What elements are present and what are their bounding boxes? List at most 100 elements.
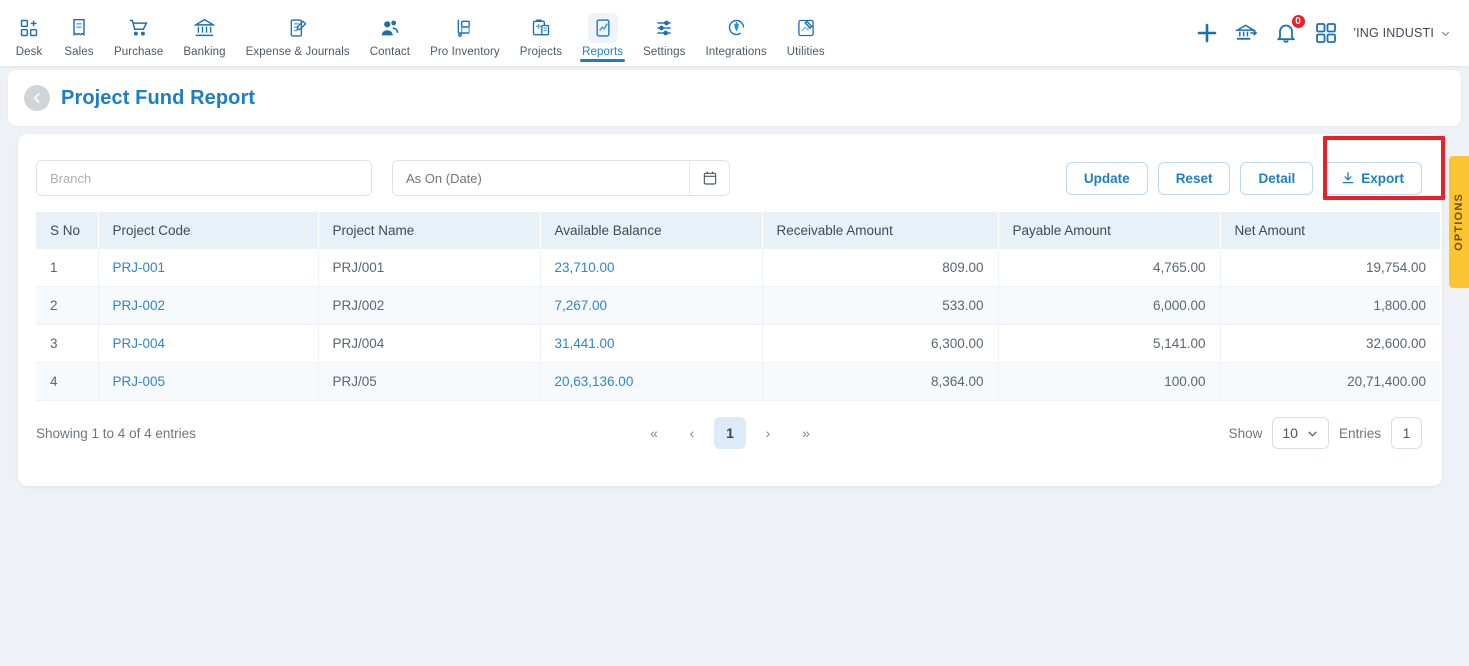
cell-net-amount: 1,800.00 <box>1220 286 1440 325</box>
contact-people-icon <box>375 13 405 43</box>
export-button[interactable]: Export <box>1323 161 1422 195</box>
projects-clipboard-icon <box>526 13 556 43</box>
pagination-first[interactable]: « <box>638 417 670 449</box>
column-header-net-amount[interactable]: Net Amount <box>1220 212 1440 249</box>
column-header-project-name[interactable]: Project Name <box>318 212 541 249</box>
pagination-last[interactable]: » <box>790 417 822 449</box>
report-card: Update Reset Detail Export <box>18 134 1445 486</box>
nav-item-expense-journals[interactable]: Expense & Journals <box>236 9 360 58</box>
detail-button[interactable]: Detail <box>1240 161 1314 195</box>
project-fund-table: S No Project Code Project Name Available… <box>36 212 1440 401</box>
nav-item-sales[interactable]: Sales <box>54 9 104 58</box>
page-header-bar: Project Fund Report <box>8 70 1461 126</box>
grid-apps-icon[interactable] <box>1314 21 1338 45</box>
nav-item-contact[interactable]: Contact <box>360 9 420 58</box>
bank-transfer-icon[interactable] <box>1234 22 1258 45</box>
top-navigation-bar: Desk Sales Purchase Banking Expense & Jo… <box>0 0 1469 66</box>
cell-project-name: PRJ/002 <box>318 286 541 325</box>
nav-item-desk[interactable]: Desk <box>4 9 54 58</box>
available-balance-link[interactable]: 7,267.00 <box>555 298 608 313</box>
pagination-prev[interactable]: ‹ <box>676 417 708 449</box>
cell-net-amount: 32,600.00 <box>1220 324 1440 363</box>
cell-project-name: PRJ/05 <box>318 362 541 401</box>
settings-sliders-icon <box>649 13 679 43</box>
banking-bank-icon <box>190 13 220 43</box>
cell-available-balance: 31,441.00 <box>540 324 763 363</box>
cell-payable-amount: 5,141.00 <box>998 324 1221 363</box>
as-on-date-field[interactable] <box>392 160 730 196</box>
project-code-link[interactable]: PRJ-002 <box>113 298 166 313</box>
company-selector[interactable]: 'ING INDUSTI <box>1354 26 1451 40</box>
nav-item-pro-inventory[interactable]: Pro Inventory <box>420 9 510 58</box>
nav-item-purchase[interactable]: Purchase <box>104 9 173 58</box>
table-row: 3 PRJ-004 PRJ/004 31,441.00 6,300.00 5,1… <box>36 324 1440 363</box>
report-table-wrapper: S No Project Code Project Name Available… <box>18 204 1442 401</box>
nav-label-expense-journals: Expense & Journals <box>245 45 350 58</box>
bell-icon[interactable]: 0 <box>1274 14 1306 45</box>
cell-project-code: PRJ-002 <box>98 286 319 325</box>
page-title: Project Fund Report <box>61 86 256 109</box>
export-button-label: Export <box>1361 170 1404 186</box>
page-size-select[interactable]: 10 <box>1272 417 1329 449</box>
column-header-s-no[interactable]: S No <box>36 212 99 249</box>
pagination-next[interactable]: › <box>752 417 784 449</box>
available-balance-link[interactable]: 23,710.00 <box>555 260 615 275</box>
page-size-value: 10 <box>1282 425 1298 441</box>
options-side-tab[interactable]: OPTIONS <box>1449 156 1469 288</box>
show-label: Show <box>1228 425 1263 441</box>
project-code-link[interactable]: PRJ-001 <box>113 260 166 275</box>
nav-label-reports: Reports <box>582 45 624 58</box>
cell-available-balance: 20,63,136.00 <box>540 362 763 401</box>
column-header-available-balance[interactable]: Available Balance <box>540 212 763 249</box>
nav-item-utilities[interactable]: Utilities <box>777 9 835 58</box>
cell-project-name: PRJ/004 <box>318 324 541 363</box>
table-header-row: S No Project Code Project Name Available… <box>36 212 1440 249</box>
nav-label-desk: Desk <box>15 45 43 58</box>
options-tab-label: OPTIONS <box>1453 193 1465 251</box>
pagination-page-1[interactable]: 1 <box>714 417 746 449</box>
nav-item-integrations[interactable]: Integrations <box>695 9 776 58</box>
showing-entries-text: Showing 1 to 4 of 4 entries <box>36 425 196 441</box>
as-on-date-input[interactable] <box>393 161 689 195</box>
cell-s-no: 2 <box>36 286 99 325</box>
cell-s-no: 1 <box>36 249 99 287</box>
branch-input[interactable] <box>36 160 372 196</box>
project-code-link[interactable]: PRJ-005 <box>113 374 166 389</box>
cell-payable-amount: 6,000.00 <box>998 286 1221 325</box>
app-page: Desk Sales Purchase Banking Expense & Jo… <box>0 0 1469 666</box>
project-code-link[interactable]: PRJ-004 <box>113 336 166 351</box>
column-header-project-code[interactable]: Project Code <box>98 212 319 249</box>
nav-item-banking[interactable]: Banking <box>173 9 235 58</box>
available-balance-link[interactable]: 20,63,136.00 <box>555 374 634 389</box>
entry-page-input[interactable]: 1 <box>1391 417 1422 449</box>
page-size-controls: Show 10 Entries 1 <box>1229 417 1422 449</box>
plus-icon[interactable] <box>1195 21 1219 45</box>
sales-receipt-icon <box>64 13 94 43</box>
cell-s-no: 4 <box>36 362 99 401</box>
desk-grid-plus-icon <box>14 13 44 43</box>
table-row: 1 PRJ-001 PRJ/001 23,710.00 809.00 4,765… <box>36 249 1440 287</box>
cell-project-code: PRJ-005 <box>98 362 319 401</box>
calendar-icon[interactable] <box>689 161 729 195</box>
nav-item-projects[interactable]: Projects <box>510 9 572 58</box>
nav-label-utilities: Utilities <box>786 45 825 58</box>
cell-payable-amount: 4,765.00 <box>998 249 1221 287</box>
reset-button[interactable]: Reset <box>1157 161 1231 195</box>
back-chevron-icon[interactable] <box>24 85 50 111</box>
utilities-tools-icon <box>791 13 821 43</box>
table-row: 2 PRJ-002 PRJ/002 7,267.00 533.00 6,000.… <box>36 286 1440 325</box>
column-header-payable-amount[interactable]: Payable Amount <box>998 212 1221 249</box>
nav-label-integrations: Integrations <box>705 45 767 58</box>
nav-item-settings[interactable]: Settings <box>633 9 695 58</box>
cell-project-code: PRJ-001 <box>98 249 319 287</box>
update-button[interactable]: Update <box>1065 161 1148 195</box>
integrations-plug-icon <box>721 13 751 43</box>
cell-payable-amount: 100.00 <box>998 362 1221 401</box>
cell-available-balance: 23,710.00 <box>540 249 763 287</box>
table-row: 4 PRJ-005 PRJ/05 20,63,136.00 8,364.00 1… <box>36 362 1440 401</box>
column-header-receivable-amount[interactable]: Receivable Amount <box>762 212 999 249</box>
available-balance-link[interactable]: 31,441.00 <box>555 336 615 351</box>
company-name: 'ING INDUSTI <box>1353 26 1434 40</box>
nav-item-reports[interactable]: Reports <box>572 9 633 62</box>
download-icon <box>1342 172 1354 184</box>
